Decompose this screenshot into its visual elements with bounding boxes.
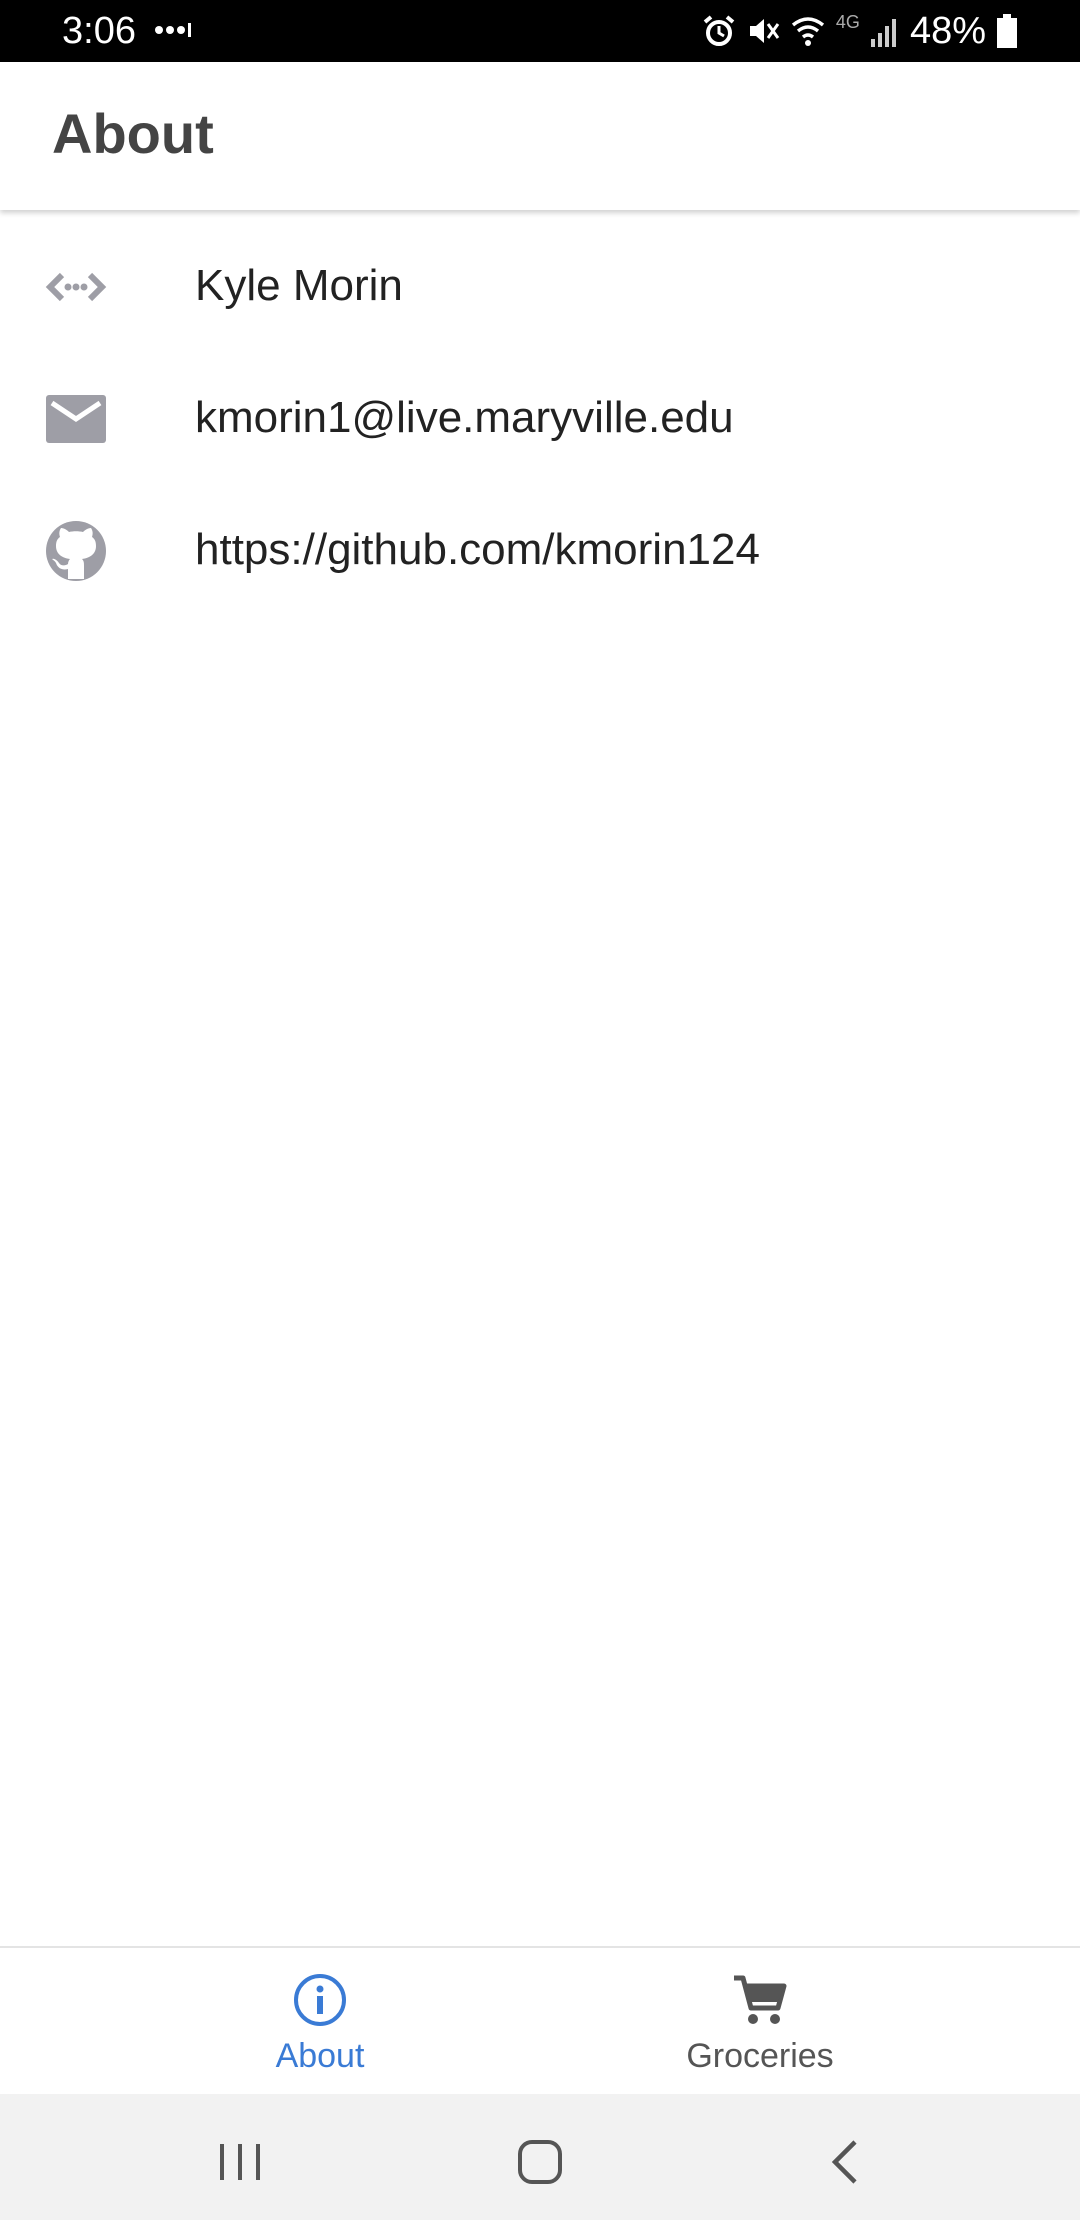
battery-icon bbox=[997, 14, 1017, 48]
contact-email: kmorin1@live.maryville.edu bbox=[195, 393, 734, 442]
recents-icon[interactable] bbox=[210, 2132, 270, 2192]
contact-name: Kyle Morin bbox=[195, 261, 403, 310]
code-icon bbox=[45, 272, 107, 302]
mail-icon bbox=[46, 395, 106, 443]
github-icon bbox=[46, 521, 106, 581]
signal-icon bbox=[870, 19, 896, 47]
list-item-github[interactable]: https://github.com/kmorin124 bbox=[0, 494, 1080, 604]
network-type: 4G bbox=[835, 12, 860, 32]
back-icon[interactable] bbox=[815, 2132, 875, 2192]
app-bar: About bbox=[0, 62, 1080, 210]
battery-percentage: 48% bbox=[909, 10, 986, 52]
list-item-email[interactable]: kmorin1@live.maryville.edu bbox=[0, 362, 1080, 472]
wifi-icon bbox=[791, 17, 825, 46]
system-navigation-bar bbox=[0, 2094, 1080, 2220]
tab-groceries-label: Groceries bbox=[686, 2037, 834, 2075]
mute-icon bbox=[749, 19, 780, 43]
bottom-navigation: About Groceries bbox=[0, 1946, 1080, 2094]
contact-github: https://github.com/kmorin124 bbox=[195, 525, 760, 574]
status-icons: 4G 48% bbox=[702, 8, 1018, 54]
cart-icon bbox=[734, 1975, 787, 2024]
tab-about[interactable]: About bbox=[0, 1948, 540, 2094]
list-item-name[interactable]: Kyle Morin bbox=[0, 230, 1080, 340]
info-icon bbox=[294, 1974, 346, 2026]
status-time: 3:06 bbox=[62, 10, 136, 52]
home-icon[interactable] bbox=[510, 2132, 570, 2192]
tab-groceries[interactable]: Groceries bbox=[540, 1948, 1080, 2094]
tab-about-label: About bbox=[275, 2037, 365, 2075]
notification-dots-icon bbox=[155, 23, 191, 37]
page-title: About bbox=[52, 102, 214, 165]
status-bar: 3:06 4G 48% bbox=[0, 0, 1080, 62]
alarm-icon bbox=[703, 15, 735, 46]
